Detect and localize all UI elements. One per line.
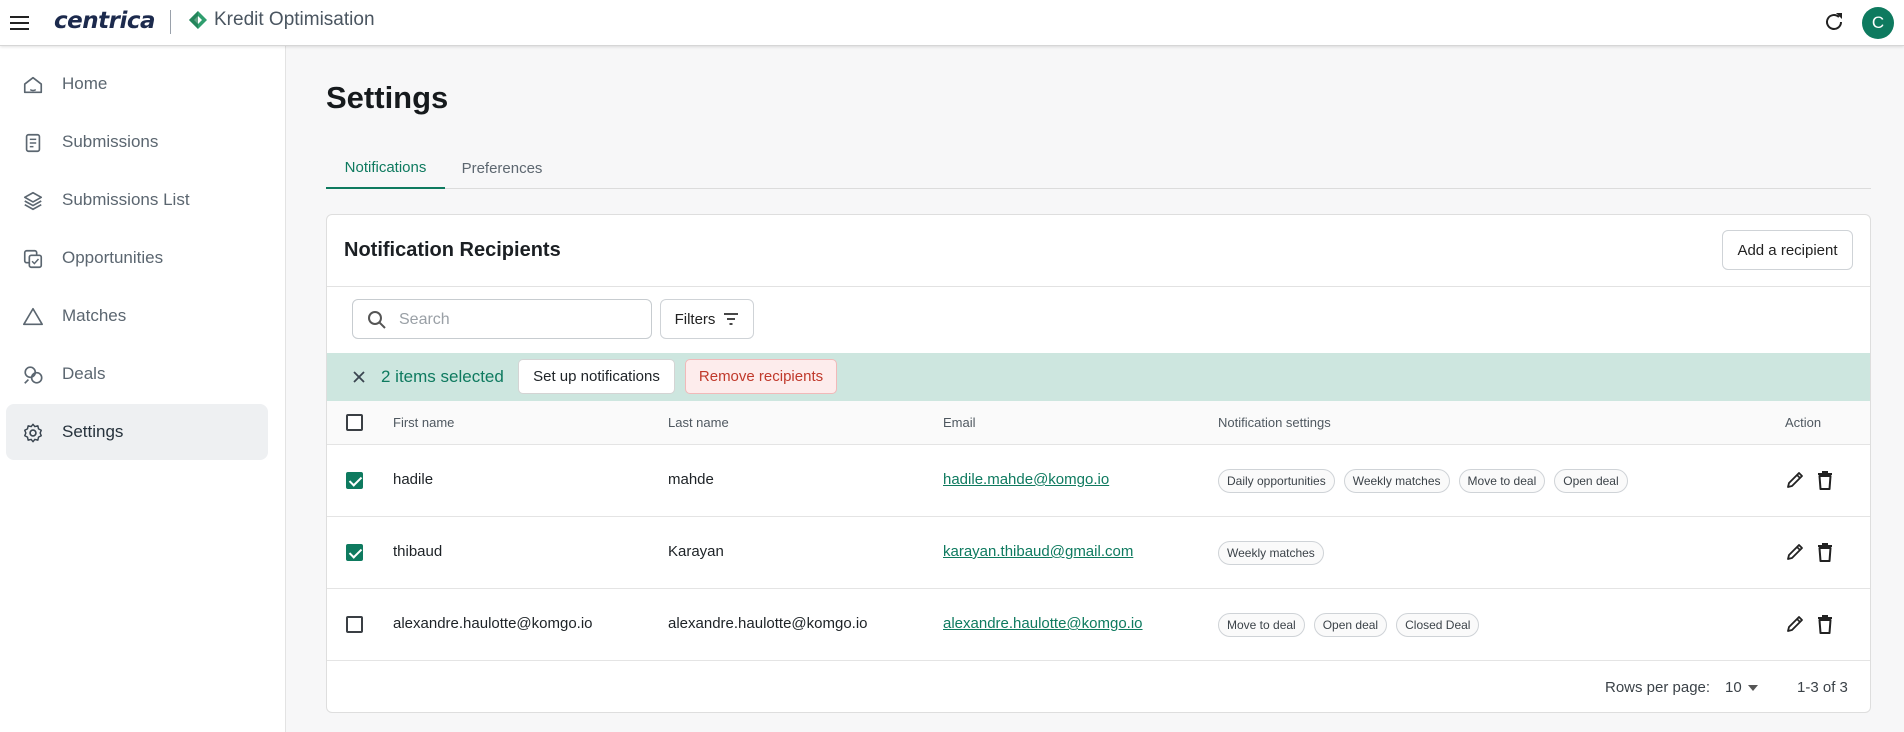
table-row[interactable]: alexandre.haulotte@komgo.io alexandre.ha… <box>327 589 1870 661</box>
table-pagination: Rows per page: 10 1-3 of 3 <box>327 661 1870 712</box>
brand-divider <box>170 10 171 34</box>
notification-chips: Move to deal Open deal Closed Deal <box>1218 613 1480 637</box>
tab-preferences[interactable]: Preferences <box>445 148 559 189</box>
delete-icon[interactable] <box>1814 469 1836 491</box>
notification-chip: Open deal <box>1313 613 1388 637</box>
product-label: Kredit Optimisation <box>214 9 375 30</box>
filters-label: Filters <box>674 310 716 328</box>
sidebar-item-deals[interactable]: Deals <box>6 346 268 402</box>
brand-logo: centrica <box>54 8 155 34</box>
selected-count: 2 items selected <box>381 367 504 386</box>
column-action: Action <box>1785 415 1822 430</box>
notification-chip: Move to deal <box>1458 469 1546 493</box>
triangle-icon <box>23 307 43 326</box>
sidebar-item-label: Deals <box>62 364 106 383</box>
filter-icon <box>724 313 739 325</box>
tab-notifications[interactable]: Notifications <box>326 148 445 189</box>
search-icon <box>368 311 386 329</box>
table-row[interactable]: thibaud Karayan karayan.thibaud@gmail.co… <box>327 517 1870 589</box>
delete-icon[interactable] <box>1814 541 1836 563</box>
edit-icon[interactable] <box>1784 613 1806 635</box>
row-checkbox[interactable] <box>346 616 363 633</box>
menu-icon[interactable] <box>8 11 32 35</box>
notification-chips: Weekly matches <box>1218 541 1324 565</box>
table-row[interactable]: hadile mahde hadile.mahde@komgo.io Daily… <box>327 445 1870 517</box>
page-title: Settings <box>326 80 449 115</box>
sidebar-item-home[interactable]: Home <box>6 56 268 112</box>
diamond-logo-icon <box>189 11 207 29</box>
cell-last-name: mahde <box>668 471 714 488</box>
edit-icon[interactable] <box>1784 469 1806 491</box>
close-icon[interactable] <box>349 367 369 387</box>
cell-first-name: alexandre.haulotte@komgo.io <box>393 615 593 632</box>
filters-button[interactable]: Filters <box>660 299 754 339</box>
cell-first-name: hadile <box>393 471 434 488</box>
row-checkbox[interactable] <box>346 472 363 489</box>
deals-icon <box>24 366 43 384</box>
notification-recipients-card: Notification Recipients Add a recipient … <box>326 214 1871 713</box>
layers-icon <box>23 191 43 211</box>
sidebar-item-label: Home <box>62 74 108 93</box>
cell-email-link[interactable]: alexandre.haulotte@komgo.io <box>943 615 1143 632</box>
product-name: Kredit Optimisation <box>188 9 375 31</box>
sidebar: Home Submissions Submissions List Opport… <box>0 46 286 732</box>
avatar[interactable]: C <box>1862 7 1894 39</box>
sidebar-item-label: Submissions <box>62 132 159 151</box>
sidebar-item-settings[interactable]: Settings <box>6 404 268 460</box>
card-title: Notification Recipients <box>344 239 561 261</box>
cell-email-link[interactable]: karayan.thibaud@gmail.com <box>943 543 1133 560</box>
table-header: First name Last name Email Notification … <box>327 401 1870 445</box>
cell-email-link[interactable]: hadile.mahde@komgo.io <box>943 471 1109 488</box>
home-icon <box>23 76 43 94</box>
sidebar-item-opportunities[interactable]: Opportunities <box>6 230 268 286</box>
sidebar-item-submissions[interactable]: Submissions <box>6 114 268 170</box>
pagination-range: 1-3 of 3 <box>1797 679 1848 696</box>
edit-icon[interactable] <box>1784 541 1806 563</box>
rows-per-page-label: Rows per page: <box>1605 679 1711 696</box>
row-checkbox[interactable] <box>346 544 363 561</box>
add-recipient-button[interactable]: Add a recipient <box>1722 230 1853 270</box>
search-input[interactable] <box>399 308 639 332</box>
sidebar-item-label: Submissions List <box>62 190 190 209</box>
notification-chip: Weekly matches <box>1343 469 1450 493</box>
setup-notifications-button[interactable]: Set up notifications <box>518 359 675 394</box>
sidebar-item-label: Settings <box>62 422 124 441</box>
sidebar-item-submissions-list[interactable]: Submissions List <box>6 172 268 228</box>
column-last-name: Last name <box>668 415 729 430</box>
sidebar-item-label: Opportunities <box>62 248 164 267</box>
search-box <box>352 299 652 339</box>
settings-tabs: Notifications Preferences <box>326 148 1871 189</box>
cell-first-name: thibaud <box>393 543 443 560</box>
notification-chip: Weekly matches <box>1218 541 1324 565</box>
opportunities-icon <box>23 249 43 269</box>
notification-chip: Daily opportunities <box>1218 469 1335 493</box>
delete-icon[interactable] <box>1814 613 1836 635</box>
sidebar-item-matches[interactable]: Matches <box>6 288 268 344</box>
document-icon <box>25 133 41 153</box>
refresh-icon[interactable] <box>1822 10 1846 34</box>
column-notification-settings: Notification settings <box>1218 415 1331 430</box>
sidebar-item-label: Matches <box>62 306 127 325</box>
chevron-down-icon <box>1747 684 1758 691</box>
selection-bar: 2 items selected Set up notifications Re… <box>327 353 1870 401</box>
column-email: Email <box>943 415 976 430</box>
cell-last-name: alexandre.haulotte@komgo.io <box>668 615 868 632</box>
card-divider <box>327 286 1870 287</box>
notification-chip: Closed Deal <box>1396 613 1480 637</box>
top-bar: centrica Kredit Optimisation C <box>0 0 1904 46</box>
notification-chip: Open deal <box>1554 469 1628 493</box>
gear-icon <box>24 423 42 443</box>
notification-chip: Move to deal <box>1218 613 1305 637</box>
select-all-checkbox[interactable] <box>346 414 363 431</box>
notification-chips: Daily opportunities Weekly matches Move … <box>1218 469 1628 493</box>
remove-recipients-button[interactable]: Remove recipients <box>685 359 837 394</box>
rows-per-page-select[interactable]: 10 <box>1725 679 1758 696</box>
column-first-name: First name <box>393 415 455 430</box>
rows-per-page-value: 10 <box>1725 679 1742 696</box>
cell-last-name: Karayan <box>668 543 724 560</box>
